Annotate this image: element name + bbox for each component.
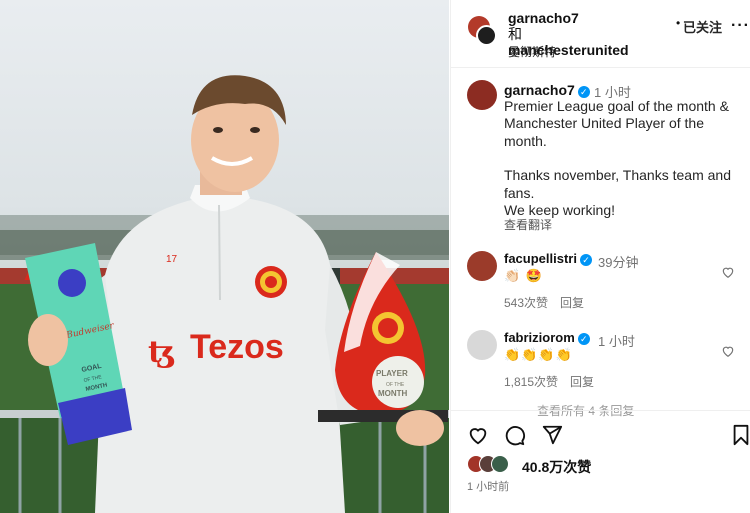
- photo-illustration: 17 ꜩ Tezos Budweiser GOAL OF THE MONTH P…: [0, 75, 449, 513]
- comment-item: facupellistri ✓ 39分钟 👏🏻 🤩 543次赞 回复: [467, 251, 747, 311]
- post-photo[interactable]: 17 ꜩ Tezos Budweiser GOAL OF THE MONTH P…: [0, 0, 449, 513]
- sponsor-text: Tezos: [190, 328, 284, 366]
- svg-text:OF THE: OF THE: [386, 382, 405, 388]
- reply-button[interactable]: 回复: [570, 375, 594, 389]
- like-comment-heart-icon[interactable]: [721, 265, 735, 279]
- reply-button[interactable]: 回复: [560, 296, 584, 310]
- post-panel: garnacho7 和 manchesterunited 曼彻斯特 • 已关注 …: [450, 0, 750, 513]
- commenter-avatar[interactable]: [467, 330, 497, 360]
- svg-text:MONTH: MONTH: [378, 389, 408, 398]
- comment-time[interactable]: 39分钟: [598, 252, 638, 271]
- save-bookmark-icon[interactable]: [730, 424, 750, 446]
- comment-meta: 543次赞 回复: [504, 294, 596, 311]
- see-translation-link[interactable]: 查看翻译: [504, 216, 552, 233]
- comment-username[interactable]: facupellistri ✓: [504, 251, 592, 266]
- svg-text:ꜩ: ꜩ: [148, 335, 175, 370]
- comment-likes[interactable]: 543次赞: [504, 296, 548, 310]
- post-actions: 40.8万次赞 1 小时前: [451, 410, 750, 513]
- svg-text:PLAYER: PLAYER: [376, 369, 408, 378]
- shirt-number: 17: [166, 254, 178, 265]
- caption-line: Premier League goal of the month & Manch…: [504, 98, 729, 149]
- following-button[interactable]: 已关注: [683, 17, 722, 36]
- verified-badge-icon: ✓: [577, 333, 590, 345]
- club-crest: [255, 266, 287, 298]
- like-comment-heart-icon[interactable]: [721, 344, 735, 358]
- like-heart-icon[interactable]: [467, 424, 489, 446]
- author-link[interactable]: garnacho7: [508, 10, 629, 26]
- verified-badge-icon: ✓: [579, 254, 592, 266]
- post-timestamp[interactable]: 1 小时前: [467, 478, 509, 494]
- coauthor-avatar[interactable]: [476, 25, 497, 46]
- sponsor-logo: ꜩ Tezos: [148, 328, 284, 370]
- comment-meta: 1,815次赞 回复: [504, 373, 606, 390]
- verified-badge-icon: ✓: [577, 86, 590, 98]
- caption-username[interactable]: garnacho7 ✓: [504, 82, 590, 98]
- comment-item: fabriziorom ✓ 1 小时 👏👏👏👏 1,815次赞 回复: [467, 330, 747, 390]
- joiner-text: 和: [508, 26, 522, 42]
- liker-avatar: [491, 455, 509, 473]
- more-options-icon[interactable]: ···: [731, 17, 750, 35]
- caption-avatar[interactable]: [467, 80, 497, 110]
- comment-username[interactable]: fabriziorom ✓: [504, 330, 590, 345]
- location-link[interactable]: 曼彻斯特: [508, 43, 556, 60]
- post-header: garnacho7 和 manchesterunited 曼彻斯特 • 已关注 …: [451, 0, 750, 68]
- comment-bubble-icon[interactable]: [504, 424, 526, 446]
- commenter-avatar[interactable]: [467, 251, 497, 281]
- caption-text: Premier League goal of the month & Manch…: [504, 98, 748, 219]
- comment-time[interactable]: 1 小时: [598, 331, 635, 350]
- separator-dot: •: [676, 16, 681, 30]
- share-send-icon[interactable]: [541, 424, 563, 446]
- comment-text: 👏👏👏👏: [504, 347, 573, 362]
- likes-count[interactable]: 40.8万次赞: [522, 457, 591, 477]
- comment-likes[interactable]: 1,815次赞: [504, 375, 558, 389]
- caption-line: Thanks november, Thanks team and fans.: [504, 167, 731, 201]
- comment-text: 👏🏻 🤩: [504, 268, 543, 283]
